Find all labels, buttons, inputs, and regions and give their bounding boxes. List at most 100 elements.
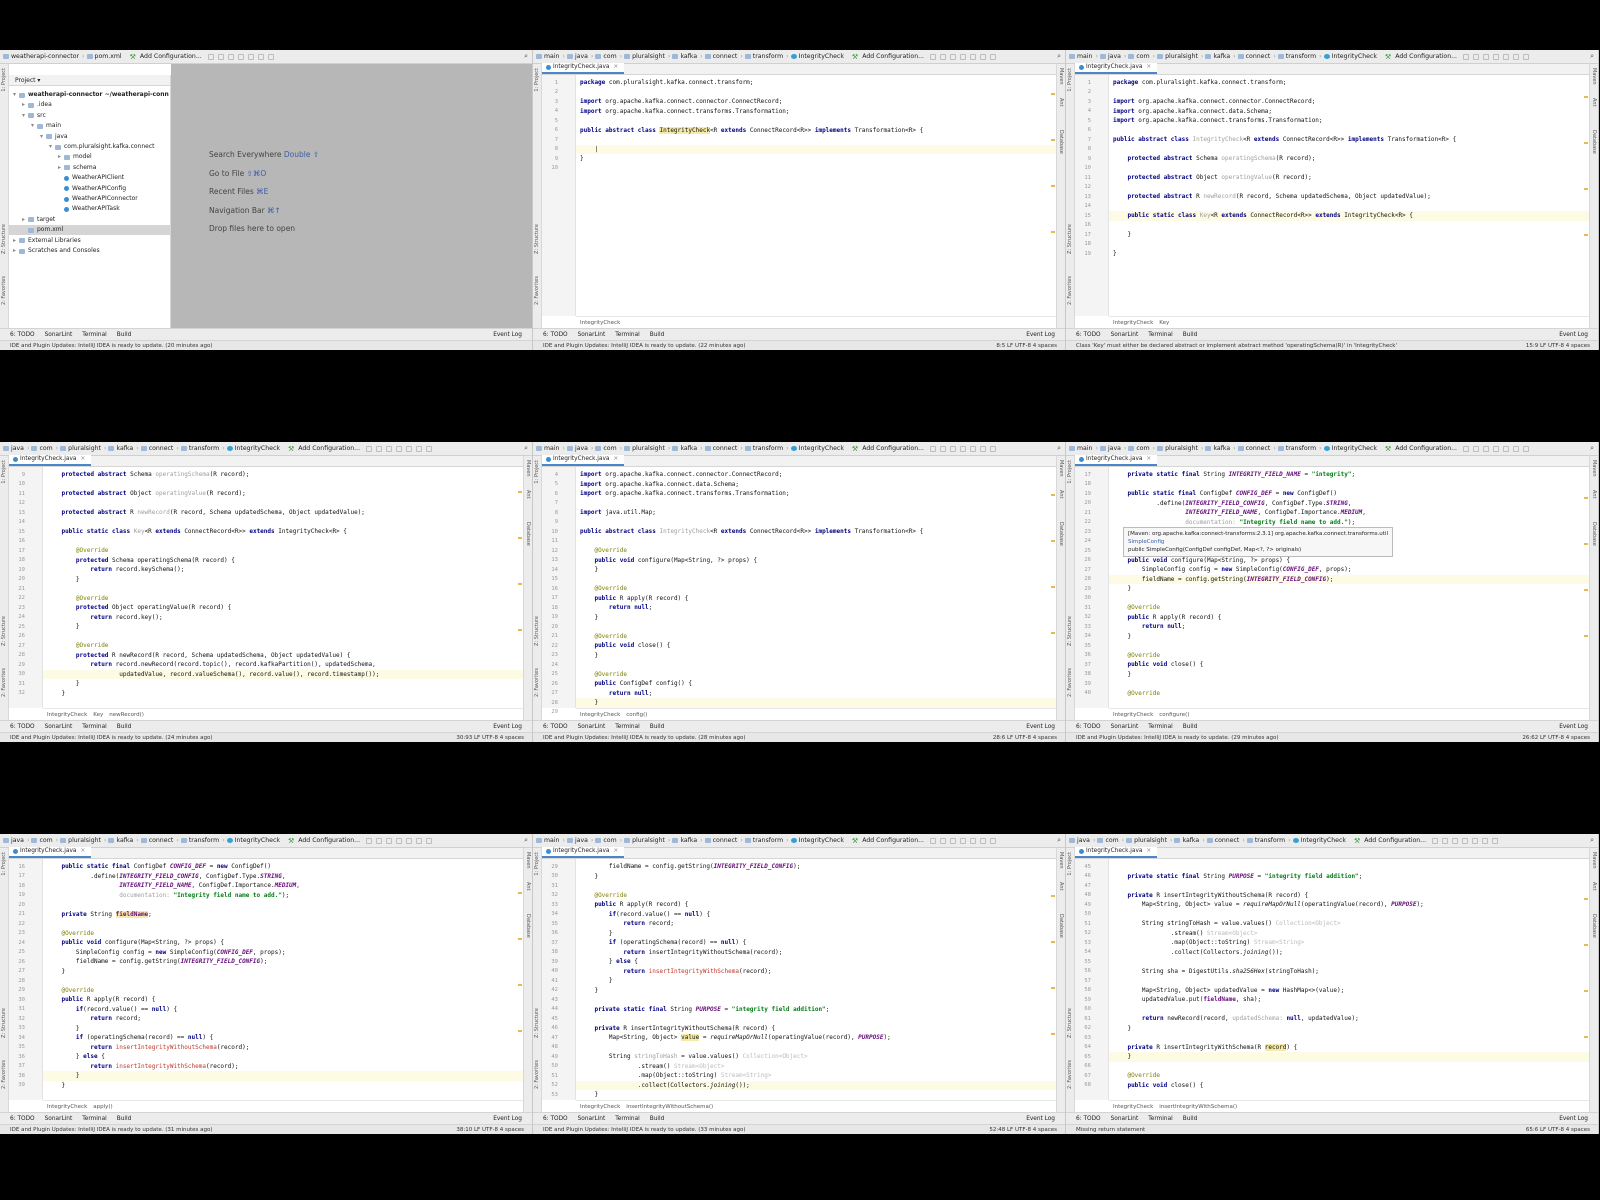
search-icon[interactable]: ⌕ xyxy=(1590,444,1594,453)
search-icon[interactable]: ⌕ xyxy=(524,444,528,453)
hammer-icon[interactable]: ⚒ xyxy=(288,445,294,453)
tool-window-todo[interactable]: 6: TODO xyxy=(10,1116,35,1122)
error-stripe-mark[interactable] xyxy=(1584,234,1588,236)
breadcrumb-item[interactable]: pluralsight › xyxy=(1157,53,1203,60)
tool-window-todo[interactable]: 6: TODO xyxy=(543,332,568,338)
tool-window-project[interactable]: 1: Project xyxy=(1067,68,1073,92)
debug-icon[interactable] xyxy=(376,445,383,452)
cursor-position-info[interactable]: 15:9 LF UTF-8 4 spaces xyxy=(1526,343,1590,349)
search-icon[interactable]: ⌕ xyxy=(1590,52,1594,61)
breadcrumb-item[interactable]: main › xyxy=(536,53,565,60)
tree-node[interactable]: ▸ model xyxy=(58,152,92,162)
add-configuration-button[interactable]: ⚒ Add Configuration... xyxy=(1385,445,1457,453)
event-log-button[interactable]: Event Log xyxy=(1559,724,1588,730)
breadcrumb-item[interactable]: IntegrityCheck xyxy=(790,445,844,452)
add-configuration-button[interactable]: ⚒ Add Configuration... xyxy=(852,837,924,845)
code-editor[interactable]: protected abstract Schema operatingSchem… xyxy=(43,467,523,708)
breadcrumb-item[interactable]: java › xyxy=(3,837,29,844)
breadcrumb-item[interactable]: connect › xyxy=(1206,837,1245,844)
code-editor[interactable]: import org.apache.kafka.connect.connecto… xyxy=(576,467,1056,708)
breadcrumb-item[interactable]: main › xyxy=(1069,53,1098,60)
vcs-icon[interactable] xyxy=(980,445,987,452)
error-stripe-mark[interactable] xyxy=(1584,188,1588,190)
tool-window-project[interactable]: 1: Project xyxy=(1,68,7,92)
tool-window-maven[interactable]: Maven xyxy=(1058,68,1064,85)
event-log-button[interactable]: Event Log xyxy=(493,332,522,338)
breadcrumb-item[interactable]: main › xyxy=(1069,445,1098,452)
error-stripe-mark[interactable] xyxy=(1584,96,1588,98)
breadcrumb-item[interactable]: transform › xyxy=(180,837,225,844)
tool-window-sonarlint[interactable]: SonarLint xyxy=(45,1116,73,1122)
tool-window-ant[interactable]: Ant xyxy=(1058,490,1064,499)
error-stripe-mark[interactable] xyxy=(1051,895,1055,897)
tree-node[interactable]: WeatherAPIConnector xyxy=(58,194,138,204)
cursor-position-info[interactable]: 65:6 LF UTF-8 4 spaces xyxy=(1526,1127,1590,1133)
code-editor[interactable]: private static final String PURPOSE = "i… xyxy=(1109,859,1589,1100)
breadcrumb-item[interactable]: transform › xyxy=(1246,837,1291,844)
hammer-icon[interactable]: ⚒ xyxy=(1385,445,1391,453)
editor-breadcrumb[interactable]: apply() xyxy=(93,1104,112,1110)
editor-breadcrumb[interactable]: insertIntegrityWithoutSchema() xyxy=(626,1104,713,1110)
tool-window-database[interactable]: Database xyxy=(525,914,531,938)
run-icon[interactable] xyxy=(1463,445,1470,452)
tool-window-database[interactable]: Database xyxy=(1591,522,1597,546)
tool-window-maven[interactable]: Maven xyxy=(1591,460,1597,477)
editor-breadcrumb[interactable]: IntegrityCheck xyxy=(1113,712,1153,718)
tool-window-sonarlint[interactable]: SonarLint xyxy=(578,724,606,730)
tool-window-build[interactable]: Build xyxy=(117,1116,132,1122)
error-stripe-mark[interactable] xyxy=(1051,231,1055,233)
editor-breadcrumb[interactable]: config() xyxy=(626,712,647,718)
editor-tab[interactable]: IntegrityCheck.java × xyxy=(9,847,92,858)
tool-window-build[interactable]: Build xyxy=(1183,1116,1198,1122)
error-stripe-mark[interactable] xyxy=(1051,586,1055,588)
tool-window-zstructure[interactable]: Z: Structure xyxy=(534,224,540,254)
breadcrumb-item[interactable]: pluralsight › xyxy=(60,445,106,452)
tool-window-maven[interactable]: Maven xyxy=(525,460,531,477)
error-stripe-mark[interactable] xyxy=(1051,93,1055,95)
breadcrumb-item[interactable]: com › xyxy=(31,445,58,452)
debug-icon[interactable] xyxy=(1473,445,1480,452)
vcs-icon[interactable] xyxy=(257,53,264,60)
tool-window-project[interactable]: 1: Project xyxy=(1,852,7,876)
breadcrumb-item[interactable]: com › xyxy=(595,445,622,452)
editor-breadcrumb[interactable]: IntegrityCheck xyxy=(1113,1104,1153,1110)
tool-window-favorites[interactable]: 2: Favorites xyxy=(534,1060,540,1089)
tool-window-terminal[interactable]: Terminal xyxy=(82,724,107,730)
tree-node[interactable]: ▾ com.pluralsight.kafka.connect xyxy=(49,142,155,152)
tool-window-favorites[interactable]: 2: Favorites xyxy=(1,276,7,305)
editor-tab[interactable]: IntegrityCheck.java × xyxy=(1075,455,1158,466)
tool-window-favorites[interactable]: 2: Favorites xyxy=(534,668,540,697)
profile-icon[interactable] xyxy=(960,53,967,60)
breadcrumb-item[interactable]: transform › xyxy=(744,445,789,452)
structure-icon[interactable] xyxy=(990,445,997,452)
event-log-button[interactable]: Event Log xyxy=(493,724,522,730)
tool-window-terminal[interactable]: Terminal xyxy=(1148,1116,1173,1122)
breadcrumb-item[interactable]: pluralsight › xyxy=(1157,445,1203,452)
breadcrumb-item[interactable]: main › xyxy=(536,837,565,844)
editor-breadcrumb[interactable]: IntegrityCheck xyxy=(47,712,87,718)
tool-window-project[interactable]: 1: Project xyxy=(1067,852,1073,876)
tool-window-terminal[interactable]: Terminal xyxy=(1148,332,1173,338)
error-stripe-mark[interactable] xyxy=(1584,1036,1588,1038)
tool-window-build[interactable]: Build xyxy=(650,332,665,338)
error-stripe-mark[interactable] xyxy=(1051,185,1055,187)
error-stripe-mark[interactable] xyxy=(1051,987,1055,989)
tree-node[interactable]: ▸ .idea xyxy=(22,100,52,110)
coverage-icon[interactable] xyxy=(950,837,957,844)
cursor-position-info[interactable]: 28:6 LF UTF-8 4 spaces xyxy=(993,735,1057,741)
breadcrumb-item[interactable]: pluralsight › xyxy=(624,53,670,60)
breadcrumb-item[interactable]: kafka › xyxy=(672,837,703,844)
event-log-button[interactable]: Event Log xyxy=(1559,332,1588,338)
editor-breadcrumb[interactable]: newRecord() xyxy=(109,712,144,718)
tool-window-favorites[interactable]: 2: Favorites xyxy=(534,276,540,305)
breadcrumb-item[interactable]: kafka › xyxy=(108,445,139,452)
tree-node[interactable]: WeatherAPITask xyxy=(58,204,120,214)
tool-window-terminal[interactable]: Terminal xyxy=(82,332,107,338)
tree-node[interactable]: ▾ src xyxy=(22,111,46,121)
close-icon[interactable]: × xyxy=(1146,456,1151,462)
breadcrumb-item[interactable]: connect › xyxy=(1237,445,1276,452)
tree-node[interactable]: ▾ java xyxy=(40,132,68,142)
editor-tab[interactable]: IntegrityCheck.java × xyxy=(542,63,625,74)
breadcrumb-item[interactable]: connect › xyxy=(140,445,179,452)
editor-tab[interactable]: IntegrityCheck.java × xyxy=(1075,63,1158,74)
